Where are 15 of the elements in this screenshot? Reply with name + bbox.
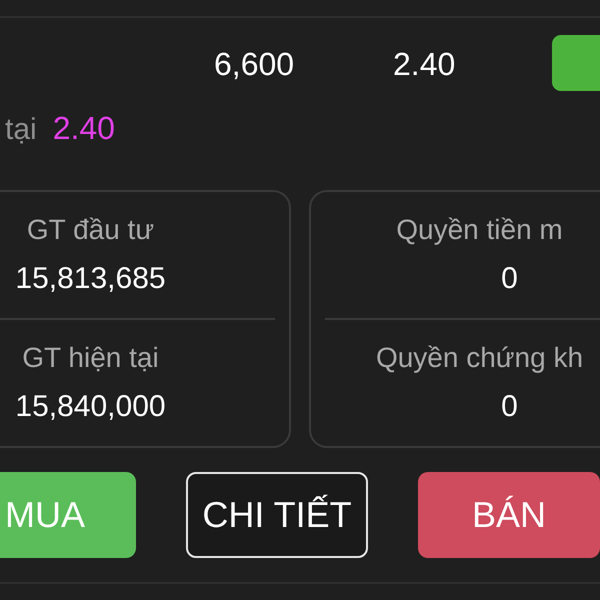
volume-value: 6,600 bbox=[214, 46, 294, 83]
field-label: Quyền chứng kh bbox=[376, 342, 584, 374]
current-price-value: 2.40 bbox=[52, 110, 115, 147]
field-value: 0 bbox=[501, 390, 518, 424]
field-value: 0 bbox=[501, 262, 518, 296]
field-label: GT hiện tại bbox=[22, 342, 159, 374]
current-price-label: tại bbox=[5, 113, 37, 147]
buy-button[interactable]: MUA bbox=[0, 472, 136, 558]
field-label: Quyền tiền m bbox=[396, 214, 563, 246]
field-value: 15,813,685 bbox=[15, 262, 166, 296]
field-label: GT đầu tư bbox=[26, 214, 154, 246]
detail-button[interactable]: CHI TIẾT bbox=[186, 472, 368, 558]
sell-button[interactable]: BÁN bbox=[418, 472, 600, 558]
field-value: 15,840,000 bbox=[15, 390, 166, 424]
price-value: 2.40 bbox=[393, 46, 456, 83]
